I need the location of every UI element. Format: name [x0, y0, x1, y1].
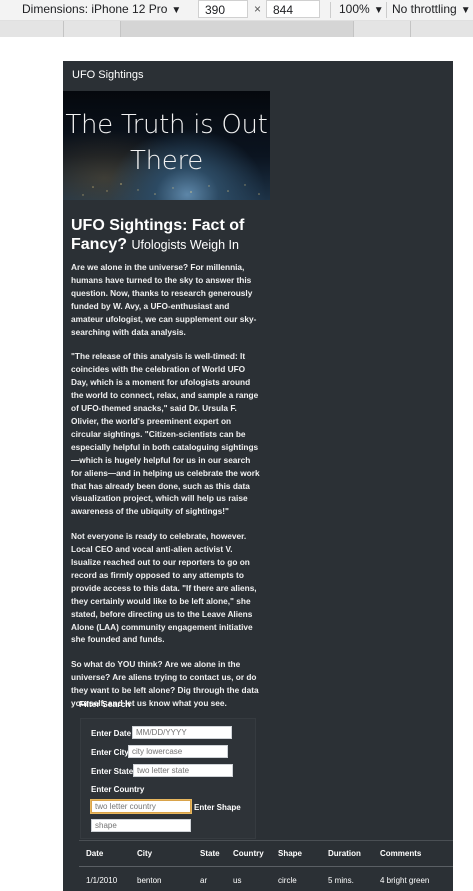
date-label: Enter Date — [91, 729, 132, 738]
navbar-brand[interactable]: UFO Sightings — [72, 69, 144, 81]
city-input[interactable] — [128, 745, 228, 758]
article-paragraph: "The release of this analysis is well-ti… — [71, 351, 260, 517]
times-icon: × — [254, 2, 262, 16]
table-top-border — [79, 840, 453, 841]
col-header-duration: Duration — [328, 849, 361, 858]
article-headline: UFO Sightings: Fact of Fancy? Ufologists… — [71, 216, 263, 255]
zoom-value: 100% — [339, 2, 370, 16]
country-label: Enter Country — [91, 785, 145, 794]
zoom-dropdown[interactable]: 100% ▼ — [339, 2, 384, 16]
col-header-country: Country — [233, 849, 264, 858]
hero-title: The Truth is Out There — [65, 110, 268, 176]
city-label: Enter City — [91, 748, 129, 757]
throttling-value: No throttling — [392, 2, 457, 16]
shape-label: Enter Shape — [194, 803, 241, 812]
col-header-city: City — [137, 849, 153, 858]
cell-shape: circle — [278, 876, 297, 885]
dropdown-arrow-icon: ▼ — [171, 5, 182, 16]
article-paragraph: Are we alone in the universe? For millen… — [71, 262, 257, 337]
dropdown-arrow-icon: ▼ — [373, 5, 384, 16]
devtools-device-toolbar: Dimensions: iPhone 12 Pro ▼ 390 × 844 100… — [0, 0, 473, 21]
cell-duration: 5 mins. — [328, 876, 354, 885]
toolbar-divider — [386, 2, 387, 18]
state-label: Enter State — [91, 767, 134, 776]
col-header-shape: Shape — [278, 849, 303, 858]
dropdown-arrow-icon: ▼ — [460, 5, 471, 16]
article-paragraph: Not everyone is ready to celebrate, howe… — [71, 531, 257, 645]
col-header-date: Date — [86, 849, 104, 858]
device-dimensions-label: Dimensions: iPhone 12 Pro — [22, 2, 168, 16]
ruler-tick — [410, 21, 411, 37]
viewport-height-input[interactable]: 844 — [266, 0, 320, 18]
country-input[interactable] — [91, 800, 191, 813]
headline-sub: Ufologists Weigh In — [131, 238, 239, 252]
col-header-comments: Comments — [380, 849, 422, 858]
device-dimensions-dropdown[interactable]: Dimensions: iPhone 12 Pro ▼ — [22, 2, 181, 16]
viewport-width-input[interactable]: 390 — [198, 0, 248, 18]
cell-comments: 4 bright green — [380, 876, 430, 885]
table-header-border — [79, 866, 453, 867]
article: UFO Sightings: Fact of Fancy? Ufologists… — [71, 216, 263, 710]
hero-banner: The Truth is Out There — [63, 91, 270, 200]
toolbar-divider — [330, 2, 331, 18]
cell-city: benton — [137, 876, 162, 885]
filter-panel: Enter Date Enter City Enter State Enter … — [80, 718, 256, 839]
date-input[interactable] — [132, 726, 232, 739]
ruler-tick — [63, 21, 64, 37]
cell-date: 1/1/2010 — [86, 876, 118, 885]
ruler-segment — [120, 21, 353, 37]
media-query-ruler[interactable] — [0, 21, 473, 37]
throttling-dropdown[interactable]: No throttling ▼ — [392, 2, 471, 16]
device-viewport: UFO Sightings The Truth is Out There UFO… — [63, 61, 453, 891]
shape-input[interactable] — [91, 819, 191, 832]
filter-search-heading: Filter Search — [79, 699, 131, 709]
ruler-tick — [120, 21, 121, 37]
cell-state: ar — [200, 876, 208, 885]
col-header-state: State — [200, 849, 220, 858]
cell-country: us — [233, 876, 242, 885]
ruler-tick — [353, 21, 354, 37]
state-input[interactable] — [133, 764, 233, 777]
